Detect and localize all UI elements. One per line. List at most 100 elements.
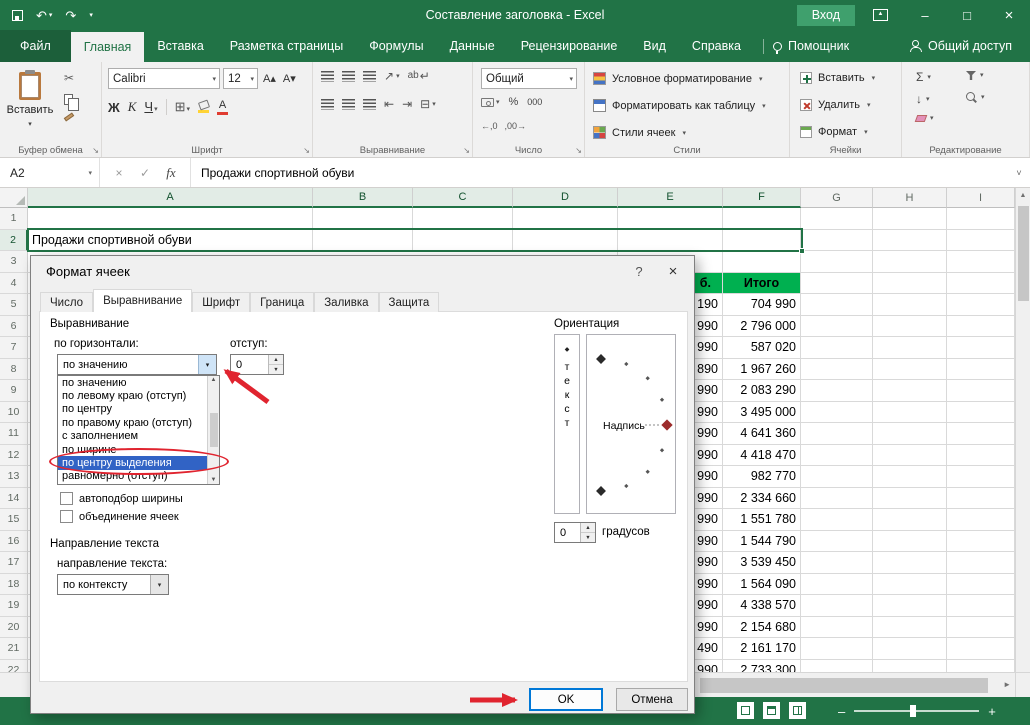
align-top-button[interactable] xyxy=(321,71,334,82)
formula-input[interactable]: Продажи спортивной обуви xyxy=(191,158,1008,187)
fill-color-button[interactable] xyxy=(198,101,209,113)
dropdown-item[interactable]: равномерно (отступ) xyxy=(58,470,208,483)
row-header[interactable]: 11 xyxy=(0,423,28,445)
row-header[interactable]: 2 xyxy=(0,230,28,252)
chevron-down-icon[interactable]: ▾ xyxy=(150,575,168,594)
dropdown-item[interactable]: с заполнением xyxy=(58,430,208,443)
alignment-dialog-launcher[interactable]: ↘ xyxy=(463,147,470,155)
cell[interactable] xyxy=(873,359,947,381)
column-header-c[interactable]: C xyxy=(413,188,513,208)
dialog-tab-fill[interactable]: Заливка xyxy=(314,292,378,312)
cell[interactable] xyxy=(873,251,947,273)
format-cells-button[interactable]: Формат ▾ xyxy=(800,126,868,138)
ribbon-display-options-button[interactable]: ▲ xyxy=(873,9,888,21)
cell[interactable] xyxy=(801,552,873,574)
merge-center-button[interactable]: ⊟▾ xyxy=(420,98,436,110)
dialog-tab-protection[interactable]: Защита xyxy=(379,292,440,312)
text-direction-combo[interactable]: по контексту ▾ xyxy=(57,574,169,595)
cell[interactable] xyxy=(873,488,947,510)
bold-button[interactable]: Ж xyxy=(108,100,120,115)
cut-button[interactable]: ✂ xyxy=(64,72,74,84)
normal-view-button[interactable] xyxy=(737,702,754,719)
row-header[interactable]: 1 xyxy=(0,208,28,230)
spin-down-icon[interactable]: ▼ xyxy=(269,365,283,374)
tab-insert[interactable]: Вставка xyxy=(144,30,216,62)
cell[interactable] xyxy=(873,273,947,295)
expand-formula-bar-button[interactable]: ˅ xyxy=(1008,158,1030,187)
cell[interactable] xyxy=(873,531,947,553)
cell[interactable] xyxy=(28,208,313,230)
dropdown-item-center-across-selection[interactable]: по центру выделения xyxy=(58,456,208,469)
degrees-spinner[interactable]: 0 ▲▼ xyxy=(554,522,596,543)
cell[interactable]: 1 544 790 xyxy=(723,531,801,553)
dropdown-item[interactable]: по ширине xyxy=(58,443,208,456)
font-color-button[interactable]: А xyxy=(217,100,228,115)
cell[interactable] xyxy=(801,638,873,660)
cell[interactable] xyxy=(947,294,1015,316)
dialog-tab-alignment[interactable]: Выравнивание xyxy=(93,289,192,312)
delete-cells-button[interactable]: Удалить ▾ xyxy=(800,99,871,111)
cell[interactable] xyxy=(801,445,873,467)
cell[interactable] xyxy=(873,316,947,338)
enter-entry-button[interactable]: ✓ xyxy=(132,166,158,180)
cell[interactable] xyxy=(413,230,513,252)
zoom-slider[interactable] xyxy=(854,710,979,712)
dropdown-item[interactable]: по центру xyxy=(58,403,208,416)
cell[interactable] xyxy=(873,230,947,252)
dropdown-item[interactable]: по правому краю (отступ) xyxy=(58,416,208,429)
row-header[interactable]: 3 xyxy=(0,251,28,273)
cell[interactable]: 4 418 470 xyxy=(723,445,801,467)
horizontal-scroll-thumb[interactable] xyxy=(700,678,988,693)
spin-up-icon[interactable]: ▲ xyxy=(581,523,595,533)
cell[interactable] xyxy=(947,251,1015,273)
cell[interactable] xyxy=(873,466,947,488)
cell[interactable]: 1 551 780 xyxy=(723,509,801,531)
increase-decimal-button[interactable]: ←,0 xyxy=(481,121,498,131)
tab-data[interactable]: Данные xyxy=(437,30,508,62)
cell[interactable] xyxy=(723,251,801,273)
cell[interactable]: 4 338 570 xyxy=(723,595,801,617)
indent-spinner[interactable]: 0 ▲▼ xyxy=(230,354,284,375)
sign-in-button[interactable]: Вход xyxy=(797,5,855,26)
row-header[interactable]: 22 xyxy=(0,660,28,673)
insert-cells-button[interactable]: Вставить ▾ xyxy=(800,72,875,84)
cell[interactable] xyxy=(801,574,873,596)
cell[interactable] xyxy=(618,230,723,252)
cell[interactable] xyxy=(873,423,947,445)
cell[interactable] xyxy=(723,230,801,252)
spin-up-icon[interactable]: ▲ xyxy=(269,355,283,365)
tab-home[interactable]: Главная xyxy=(71,32,145,62)
dropdown-item[interactable]: по левому краю (отступ) xyxy=(58,389,208,402)
cell[interactable] xyxy=(801,337,873,359)
font-dialog-launcher[interactable]: ↘ xyxy=(303,147,310,155)
cell[interactable] xyxy=(947,531,1015,553)
cell[interactable] xyxy=(947,359,1015,381)
merge-cells-checkbox[interactable]: объединение ячеек xyxy=(60,510,179,523)
cell[interactable] xyxy=(801,509,873,531)
font-name-combo[interactable]: Calibri▾ xyxy=(108,68,220,89)
comma-style-button[interactable]: 000 xyxy=(527,97,542,107)
cell[interactable] xyxy=(801,294,873,316)
select-all-button[interactable] xyxy=(0,188,28,208)
scroll-right-icon[interactable]: ► xyxy=(1003,681,1011,689)
cell[interactable] xyxy=(801,380,873,402)
cell[interactable] xyxy=(801,402,873,424)
cell[interactable] xyxy=(313,230,413,252)
increase-indent-button[interactable]: ⇥ xyxy=(402,98,412,110)
row-header[interactable]: 9 xyxy=(0,380,28,402)
clear-button[interactable]: ▾ xyxy=(916,115,934,122)
autofit-checkbox[interactable]: автоподбор ширины xyxy=(60,492,183,505)
spin-down-icon[interactable]: ▼ xyxy=(581,533,595,542)
number-format-combo[interactable]: Общий▾ xyxy=(481,68,577,89)
dropdown-scrollbar[interactable]: ▲ ▼ xyxy=(207,376,219,484)
zoom-in-icon[interactable]: + xyxy=(988,704,996,719)
insert-function-button[interactable]: fx xyxy=(158,165,184,181)
cell[interactable]: 2 334 660 xyxy=(723,488,801,510)
vertical-scrollbar[interactable]: ▲ xyxy=(1015,188,1030,672)
autosum-button[interactable]: Σ▾ xyxy=(916,71,934,83)
page-break-view-button[interactable] xyxy=(789,702,806,719)
fill-button[interactable]: ↓▾ xyxy=(916,93,934,105)
tab-view[interactable]: Вид xyxy=(630,30,679,62)
cell[interactable] xyxy=(801,466,873,488)
paste-button[interactable]: Вставить ▾ xyxy=(5,67,55,145)
